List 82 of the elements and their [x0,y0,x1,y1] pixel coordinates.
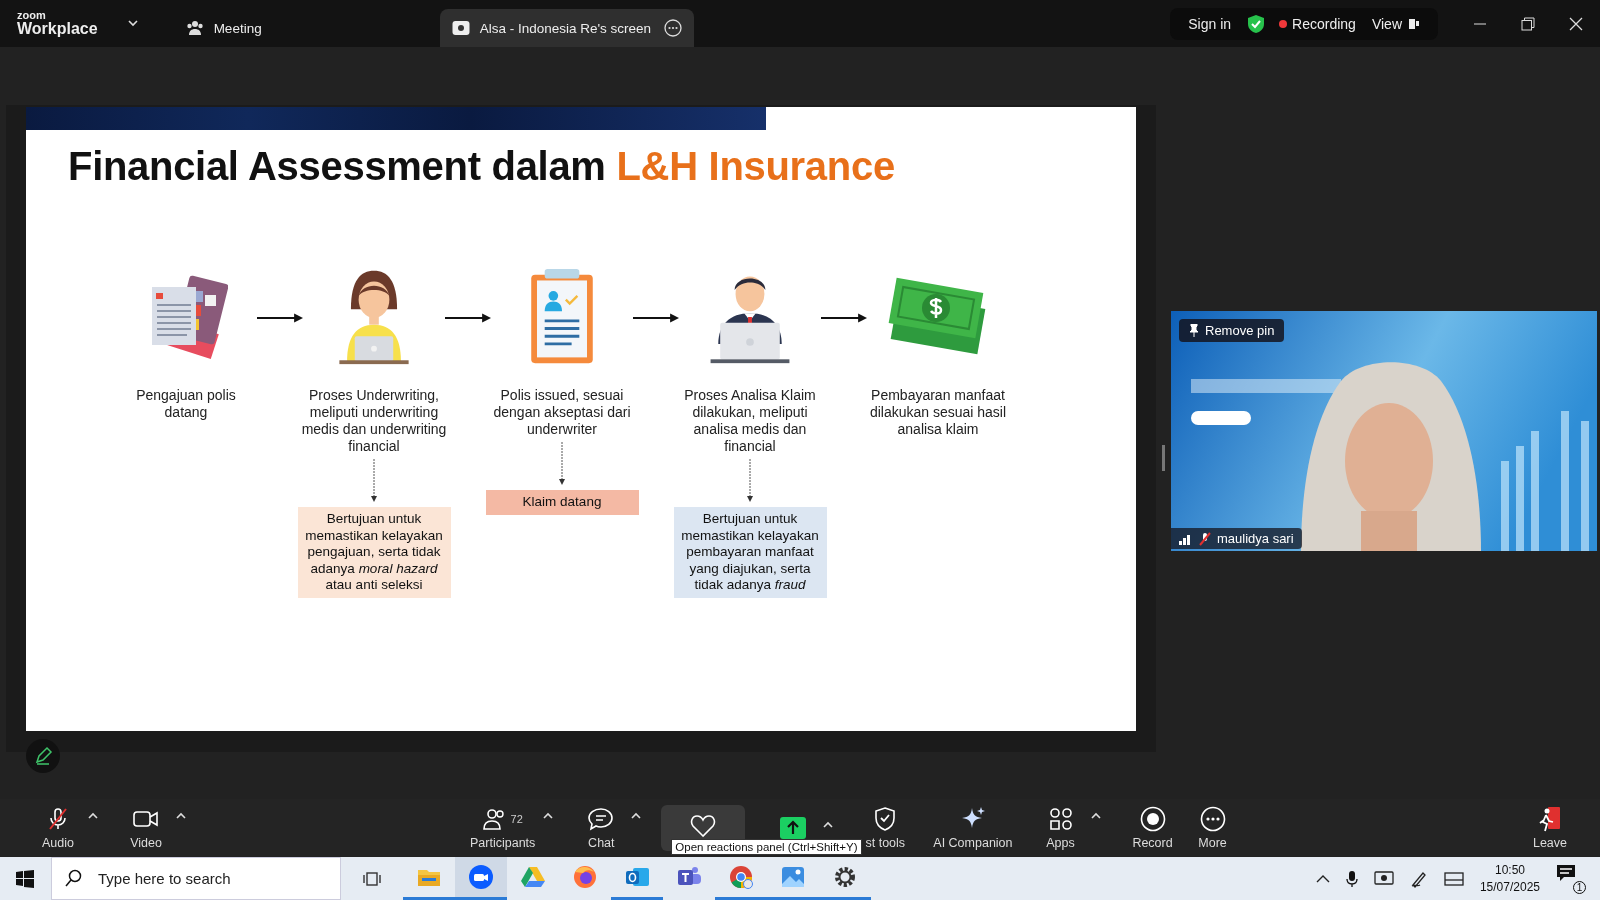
more-button[interactable]: More [1184,801,1241,854]
right-arrow [821,313,867,323]
step-note: Klaim datang [485,490,639,515]
right-arrow [633,313,679,323]
settings-app-icon [832,864,858,890]
signal-icon [1179,532,1193,545]
step-caption: Proses Underwriting, meliputi underwriting medis dan underwriting financial [301,387,447,455]
chat-bubble-icon [588,806,615,831]
people-icon [185,20,204,36]
leave-button[interactable]: Leave [1522,801,1578,854]
close-icon[interactable] [1569,16,1583,31]
record-button[interactable]: Record [1124,801,1181,854]
slide-title: Financial Assessment dalam [68,144,606,188]
tooltip: Open reactions panel (Ctrl+Shift+Y) [671,838,862,855]
logo-top-text: zoom [17,10,47,21]
chevron-down-icon[interactable] [127,20,138,27]
more-icon[interactable] [663,19,682,37]
photos-app-icon [780,864,806,890]
exit-door-icon [1538,805,1562,832]
sign-in-button[interactable]: Sign in [1186,11,1234,36]
ai-button[interactable]: AI Companion [927,801,1019,854]
pencil-icon[interactable] [26,739,60,773]
video-camera-icon [133,808,159,829]
audio-button[interactable]: Audio [30,801,86,854]
display-icon[interactable] [1373,869,1394,888]
caret-icon[interactable] [1090,811,1101,819]
recording-label: Recording [1292,15,1356,32]
step-caption: Pengajuan polis datang [135,387,237,421]
clock-date[interactable]: 15/07/2025 [1479,878,1540,896]
shield-icon [874,806,897,831]
apps-button[interactable]: Apps [1032,801,1089,854]
caret-icon[interactable] [631,811,642,819]
windows-start-icon[interactable] [16,869,34,888]
down-arrow [558,442,566,486]
search-field[interactable]: Type here to search [51,857,341,900]
message-icon [1556,863,1576,882]
participants-button[interactable]: 72 Participants [464,801,542,854]
tab[interactable]: Meeting [173,9,274,47]
step-caption: Proses Analisa Klaim dilakukan, meliputi analisa medis dan financial [683,387,817,455]
task-view-icon[interactable] [363,869,381,888]
right-arrow [445,313,491,323]
resize-handle[interactable] [1162,445,1165,471]
caret-icon[interactable] [176,811,186,819]
record-icon [1139,805,1166,832]
apps-icon [1048,806,1073,831]
caret-icon[interactable] [823,820,834,828]
shield-check-icon[interactable] [1247,13,1266,34]
people-icon [482,807,507,830]
logo-text: Workplace [17,21,98,37]
caret-icon[interactable] [88,811,98,819]
step-caption: Pembayaran manfaat dilakukan sesuai hasil analisa klaim [868,387,1008,438]
down-arrow [746,459,754,503]
layout-icon [1408,17,1420,30]
chat-button[interactable]: Chat [573,801,630,854]
drive-app-icon [520,864,546,890]
caret-icon[interactable] [543,811,554,819]
keyboard-icon[interactable] [1443,870,1464,887]
step-note: Bertujuan untuk memastikan kelayakan pembayaran manfaat yang diajukan, serta tidak adanya fraud [673,507,827,598]
step-caption: Polis issued, sesuai dengan akseptasi dari underwriter [492,387,632,438]
participant-name: maulidya sari [1217,531,1294,546]
restore-icon[interactable] [1521,16,1535,31]
right-arrow [257,313,303,323]
zoom-app-icon [468,864,494,890]
pin-icon [1189,324,1199,337]
taskbar-button[interactable] [455,857,507,900]
microphone-icon[interactable] [1345,869,1358,888]
slide-title-highlight: L&H Insurance [616,144,895,188]
view-button[interactable]: View [1369,11,1422,36]
video-button[interactable]: Video [118,801,174,854]
notifications-button[interactable]: 1 [1556,863,1586,894]
clock-time[interactable]: 10:50 [1494,861,1525,879]
chevron-up-icon[interactable] [1315,873,1330,884]
recording-dot [1279,19,1288,28]
tab[interactable]: Alsa - Indonesia Re's screen [439,9,694,47]
firefox-app-icon [572,864,598,890]
heart-icon [690,813,717,838]
step-note: Bertujuan untuk memastikan kelayakan pengajuan, serta tidak adanya moral hazard atau anti seleksi [297,507,451,598]
more-icon [1199,805,1226,832]
remove-pin-button[interactable]: Remove pin [1179,319,1285,342]
down-arrow [370,459,378,503]
screen-share-icon [451,20,470,36]
chrome-app-icon [728,864,754,890]
